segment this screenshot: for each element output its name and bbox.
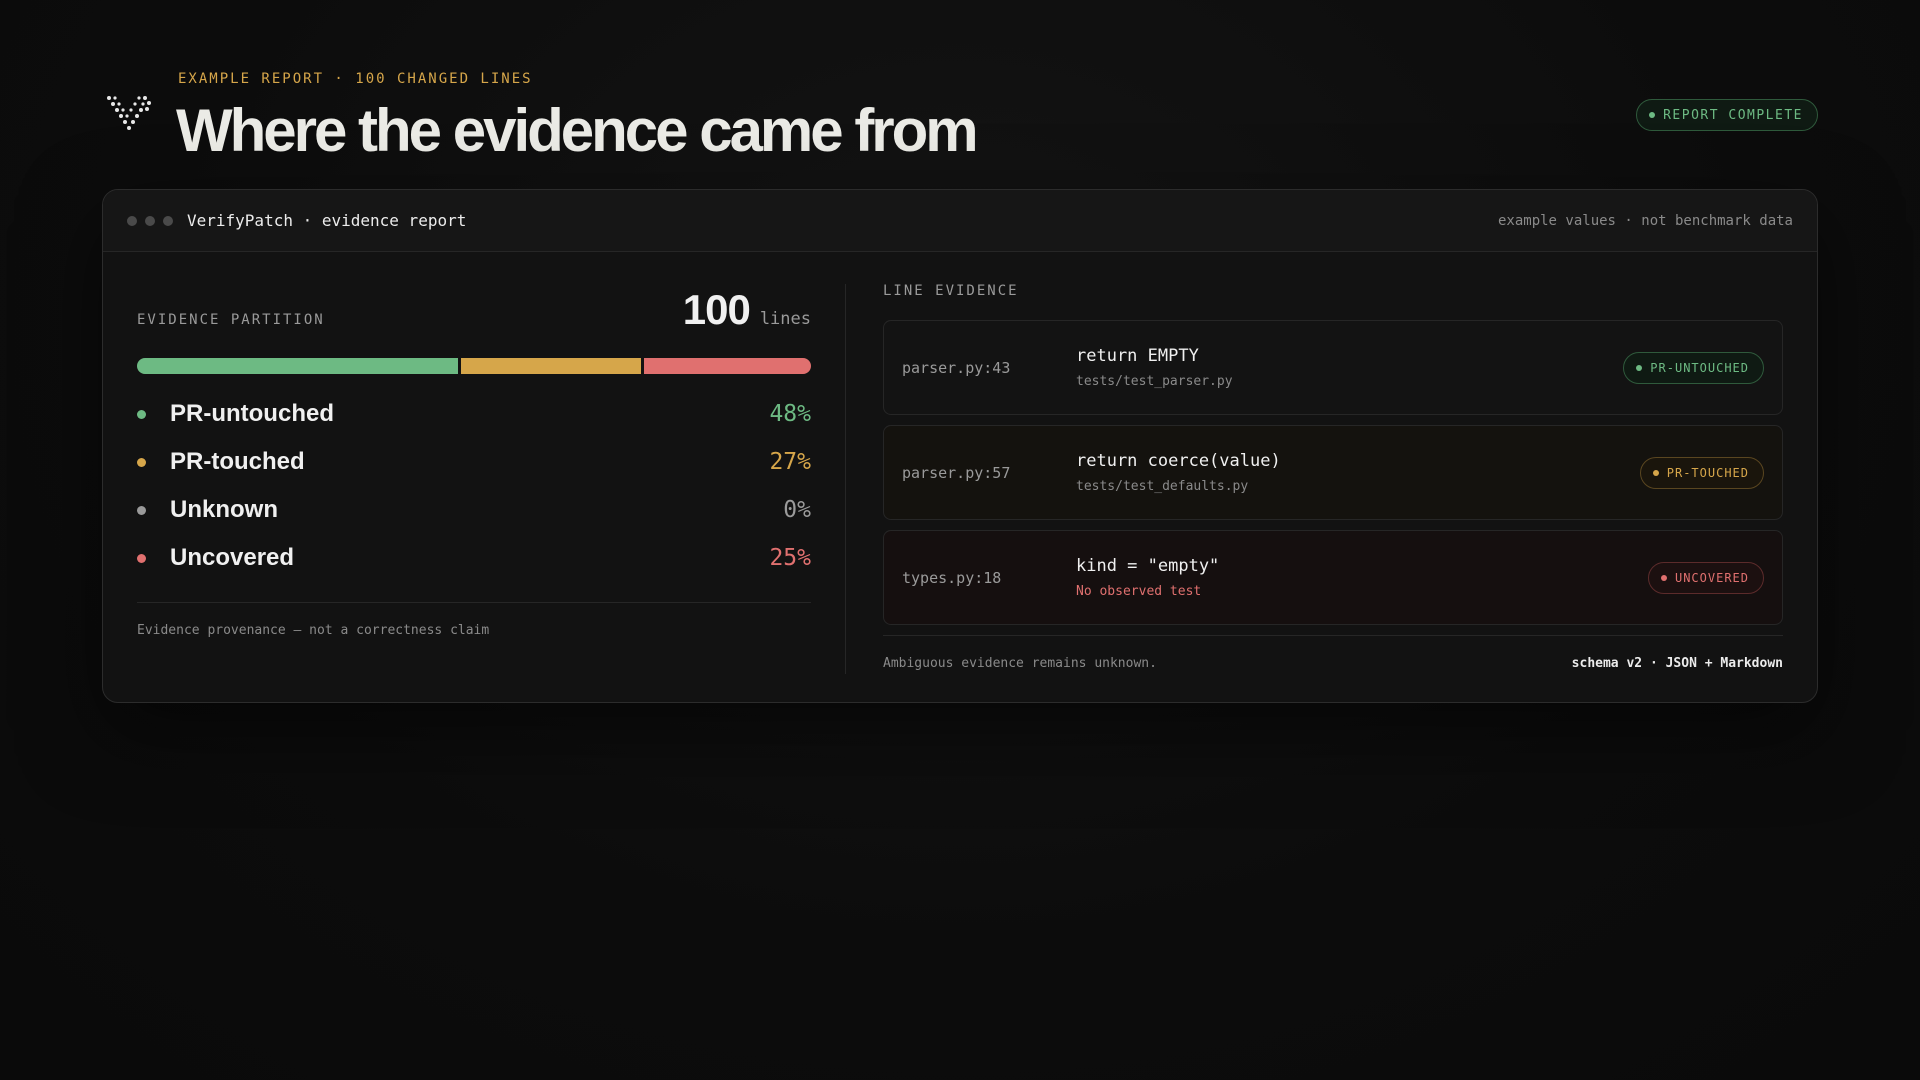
line-evidence-panel: LINE EVIDENCE parser.py:43 return EMPTY … (883, 280, 1783, 671)
evidence-code: return coerce(value) (1076, 451, 1281, 471)
legend-label: Uncovered (170, 544, 295, 571)
line-evidence-footer: Ambiguous evidence remains unknown. sche… (883, 656, 1783, 671)
window-title: VerifyPatch · evidence report (187, 211, 467, 230)
legend-item: PR-untouched 48% (137, 390, 811, 438)
partition-footnote: Evidence provenance — not a correctness … (137, 623, 490, 638)
window-controls (127, 215, 173, 226)
legend-value: 48% (769, 401, 811, 427)
evidence-row[interactable]: parser.py:43 return EMPTY tests/test_par… (883, 320, 1783, 415)
evidence-test-file: tests/test_defaults.py (1076, 479, 1249, 494)
partition-segment (643, 358, 811, 374)
report-eyebrow: EXAMPLE REPORT · 100 CHANGED LINES (178, 71, 533, 87)
partition-bar (137, 358, 811, 374)
evidence-row[interactable]: parser.py:57 return coerce(value) tests/… (883, 425, 1783, 520)
evidence-test-file: No observed test (1076, 584, 1202, 599)
legend-item: Unknown 0% (137, 486, 811, 534)
window-titlebar: VerifyPatch · evidence report example va… (103, 190, 1817, 252)
partition-label: EVIDENCE PARTITION (137, 312, 325, 328)
report-status-badge: REPORT COMPLETE (1636, 99, 1818, 131)
window-maximize-button[interactable] (163, 215, 173, 226)
legend-value: 0% (783, 497, 811, 523)
partition-legend: PR-untouched 48% PR-touched 27% Unknown … (137, 390, 811, 582)
evidence-report-window: VerifyPatch · evidence report example va… (102, 189, 1818, 703)
line-evidence-list: parser.py:43 return EMPTY tests/test_par… (883, 320, 1783, 625)
badge-dot-icon (1636, 364, 1643, 371)
report-status-label: REPORT COMPLETE (1663, 107, 1803, 123)
evidence-location: parser.py:43 (902, 358, 1011, 377)
evidence-location: parser.py:57 (902, 463, 1011, 482)
evidence-badge-label: UNCOVERED (1674, 570, 1749, 585)
evidence-code: return EMPTY (1076, 346, 1199, 366)
vp-logo-icon (107, 96, 151, 130)
divider (883, 635, 1783, 636)
window-close-button[interactable] (127, 215, 137, 226)
legend-value: 25% (769, 545, 811, 571)
window-note: example values · not benchmark data (1497, 212, 1793, 229)
total-lines: 100 lines (683, 286, 811, 334)
legend-label: PR-touched (170, 448, 305, 475)
partition-segment (460, 358, 641, 374)
evidence-badge-label: PR-TOUCHED (1666, 465, 1749, 480)
schema-note: schema v2 · JSON + Markdown (1571, 656, 1783, 671)
total-lines-unit: lines (759, 309, 811, 329)
status-dot-icon (1649, 112, 1656, 118)
legend-dot-icon (137, 505, 146, 515)
divider (137, 602, 811, 603)
legend-item: PR-touched 27% (137, 438, 811, 486)
evidence-row[interactable]: types.py:18 kind = "empty" No observed t… (883, 530, 1783, 625)
total-lines-count: 100 (682, 286, 751, 333)
evidence-badge-label: PR-UNTOUCHED (1650, 360, 1749, 375)
evidence-badge: PR-TOUCHED (1639, 456, 1764, 489)
legend-dot-icon (137, 457, 146, 467)
badge-dot-icon (1652, 469, 1659, 476)
legend-label: PR-untouched (170, 400, 334, 427)
page-title: Where the evidence came from (176, 97, 979, 164)
panel-divider (845, 284, 846, 674)
line-evidence-label: LINE EVIDENCE (883, 283, 1019, 299)
window-minimize-button[interactable] (145, 215, 155, 226)
ambiguity-note: Ambiguous evidence remains unknown. (883, 656, 1157, 671)
evidence-partition-panel: EVIDENCE PARTITION 100 lines PR-untouche… (137, 286, 811, 638)
legend-dot-icon (137, 553, 146, 563)
partition-segment (137, 358, 458, 374)
legend-label: Unknown (170, 496, 278, 523)
evidence-location: types.py:18 (902, 568, 1002, 587)
evidence-test-file: tests/test_parser.py (1076, 374, 1233, 389)
evidence-badge: UNCOVERED (1647, 561, 1764, 594)
evidence-badge: PR-UNTOUCHED (1623, 351, 1764, 384)
legend-value: 27% (769, 449, 811, 475)
evidence-code: kind = "empty" (1076, 556, 1220, 576)
legend-item: Uncovered 25% (137, 534, 811, 582)
legend-dot-icon (137, 409, 146, 419)
badge-dot-icon (1660, 574, 1667, 581)
